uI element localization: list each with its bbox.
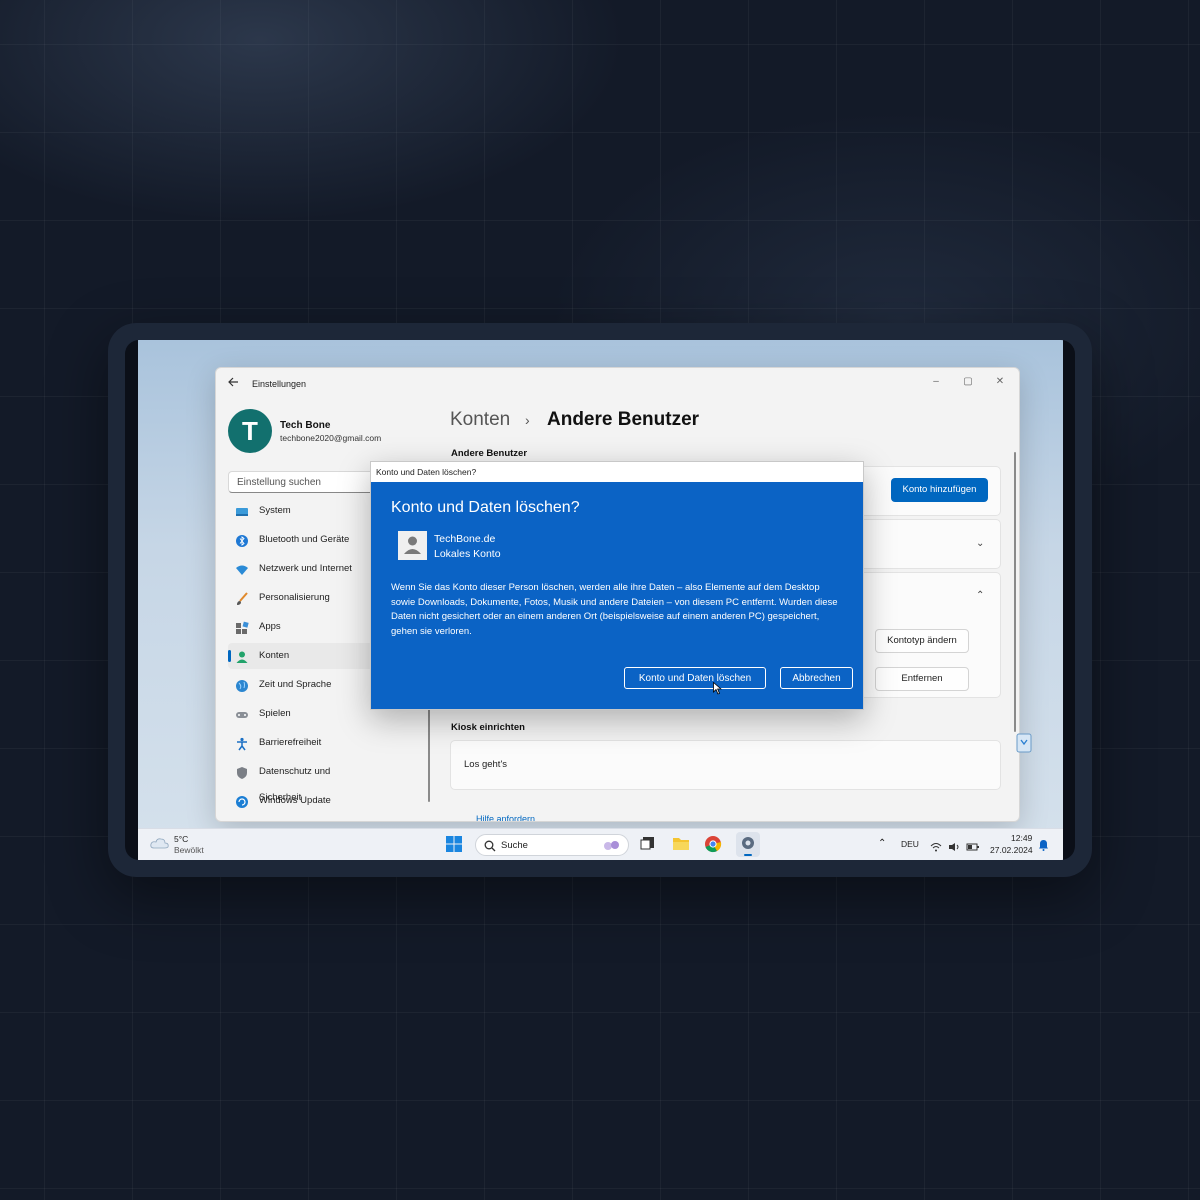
brush-icon — [235, 591, 249, 605]
selection-indicator — [228, 650, 231, 662]
show-hidden-icons[interactable]: ⌃ — [878, 838, 886, 849]
bluetooth-icon — [235, 533, 249, 547]
chevron-up-icon[interactable]: ⌃ — [976, 590, 984, 601]
section-kiosk: Kiosk einrichten — [451, 722, 525, 733]
minimize-button[interactable]: – — [921, 372, 951, 392]
account-icon — [235, 649, 249, 663]
section-other-users: Andere Benutzer — [451, 448, 528, 459]
page-title: Andere Benutzer — [547, 409, 700, 430]
shield-icon — [235, 765, 249, 779]
kiosk-get-started-label: Los geht's — [464, 759, 508, 770]
volume-icon[interactable] — [948, 839, 960, 857]
sidebar-item-label: Konten — [259, 650, 290, 661]
chrome-icon[interactable] — [704, 835, 724, 855]
dialog-window-title: Konto und Daten löschen? — [376, 467, 477, 477]
sidebar-item-label: System — [259, 505, 291, 516]
taskbar: 5°C Bewölkt Suche ⌃ DEU 12:49 27.02.2024 — [138, 828, 1063, 860]
start-windows-icon[interactable] — [445, 835, 465, 855]
app-title: Einstellungen — [252, 379, 307, 389]
confirm-delete-button[interactable]: Konto und Daten löschen — [624, 667, 766, 689]
sidebar-item-label: Personalisierung — [259, 592, 330, 603]
language-indicator[interactable]: DEU — [901, 839, 919, 849]
weather-temp: 5°C — [174, 834, 189, 844]
sidebar-item-gaming[interactable]: Spielen — [228, 701, 374, 727]
battery-icon[interactable] — [966, 839, 980, 857]
sidebar-item-label: Barrierefreiheit — [259, 737, 322, 748]
sidebar-item-personalization[interactable]: Personalisierung — [228, 585, 374, 611]
content-scrollbar[interactable] — [1014, 452, 1016, 732]
sidebar-item-network[interactable]: Netzwerk und Internet — [228, 556, 374, 582]
wifi-icon — [235, 562, 249, 576]
sidebar-item-label: Zeit und Sprache — [259, 679, 332, 690]
sidebar-item-label: Windows Update — [259, 795, 331, 806]
avatar[interactable]: T — [228, 409, 272, 453]
breadcrumb-parent[interactable]: Konten — [450, 409, 510, 431]
clock-date[interactable]: 27.02.2024 — [990, 845, 1033, 855]
cancel-button[interactable]: Abbrechen — [780, 667, 853, 689]
sidebar-item-system[interactable]: System — [228, 498, 374, 524]
sidebar-item-label: Apps — [259, 621, 281, 632]
search-highlight-icon — [602, 838, 622, 857]
update-icon — [235, 794, 249, 808]
apps-icon — [235, 620, 249, 634]
delete-account-dialog: Konto und Daten löschen? Konto und Daten… — [370, 461, 864, 710]
breadcrumb-separator: › — [525, 412, 530, 428]
taskbar-search-input[interactable]: Suche — [475, 834, 629, 856]
sidebar-item-time-language[interactable]: Zeit und Sprache — [228, 672, 374, 698]
screen-bezel: Einstellungen – ▢ ✕ T Tech Bone techbone… — [125, 340, 1075, 860]
remove-account-button[interactable]: Entfernen — [875, 667, 969, 691]
globe-clock-icon — [235, 678, 249, 692]
add-account-button[interactable]: Konto hinzufügen — [891, 478, 988, 502]
back-arrow-icon[interactable] — [227, 376, 241, 390]
profile-name: Tech Bone — [280, 420, 331, 431]
dialog-user-type: Lokales Konto — [434, 548, 501, 560]
system-icon — [235, 504, 249, 518]
maximize-button[interactable]: ▢ — [953, 372, 983, 392]
sidebar-item-bluetooth[interactable]: Bluetooth und Geräte — [228, 527, 374, 553]
sidebar-item-label: Spielen — [259, 708, 291, 719]
user-avatar-icon — [398, 531, 427, 560]
weather-cloud-icon[interactable] — [150, 836, 170, 856]
sidebar-item-accessibility[interactable]: Barrierefreiheit — [228, 730, 374, 756]
task-view-icon[interactable] — [640, 835, 660, 855]
search-icon — [484, 839, 496, 857]
mouse-cursor-icon — [713, 681, 723, 700]
wifi-icon[interactable] — [930, 839, 942, 857]
dialog-body: Konto und Daten löschen? TechBone.de Lok… — [371, 482, 863, 709]
recycle-bin-icon[interactable] — [1013, 730, 1035, 756]
device-frame: Einstellungen – ▢ ✕ T Tech Bone techbone… — [108, 323, 1092, 877]
sidebar-item-windows-update[interactable]: Windows Update — [228, 788, 374, 814]
gamepad-icon — [235, 707, 249, 721]
close-button[interactable]: ✕ — [985, 372, 1015, 392]
clock-time[interactable]: 12:49 — [1011, 833, 1032, 843]
help-link[interactable]: Hilfe anfordern — [476, 814, 535, 821]
settings-titlebar: Einstellungen – ▢ ✕ — [216, 368, 1019, 400]
taskbar-search-label: Suche — [501, 840, 528, 851]
notification-bell-icon[interactable] — [1038, 838, 1049, 856]
sidebar-item-privacy[interactable]: Datenschutz und Sicherheit — [228, 759, 374, 803]
dialog-heading: Konto und Daten löschen? — [391, 499, 580, 516]
chevron-down-icon[interactable]: ⌄ — [976, 538, 984, 549]
kiosk-card[interactable] — [450, 740, 1001, 790]
settings-search-input[interactable]: Einstellung suchen — [228, 471, 374, 493]
desktop-screen: Einstellungen – ▢ ✕ T Tech Bone techbone… — [138, 340, 1063, 860]
sidebar-item-apps[interactable]: Apps — [228, 614, 374, 640]
sidebar-item-label: Bluetooth und Geräte — [259, 534, 350, 545]
weather-desc: Bewölkt — [174, 845, 204, 855]
dialog-titlebar: Konto und Daten löschen? — [371, 462, 863, 482]
change-account-type-button[interactable]: Kontotyp ändern — [875, 629, 969, 653]
sidebar-item-label: Netzwerk und Internet — [259, 563, 352, 574]
dialog-user-name: TechBone.de — [434, 533, 496, 545]
sidebar-item-accounts[interactable]: Konten — [228, 643, 374, 669]
accessibility-icon — [235, 736, 249, 751]
profile-email: techbone2020@gmail.com — [280, 433, 382, 443]
file-explorer-icon[interactable] — [672, 835, 692, 855]
settings-app-icon[interactable] — [736, 832, 760, 857]
dialog-message: Wenn Sie das Konto dieser Person löschen… — [391, 582, 838, 637]
